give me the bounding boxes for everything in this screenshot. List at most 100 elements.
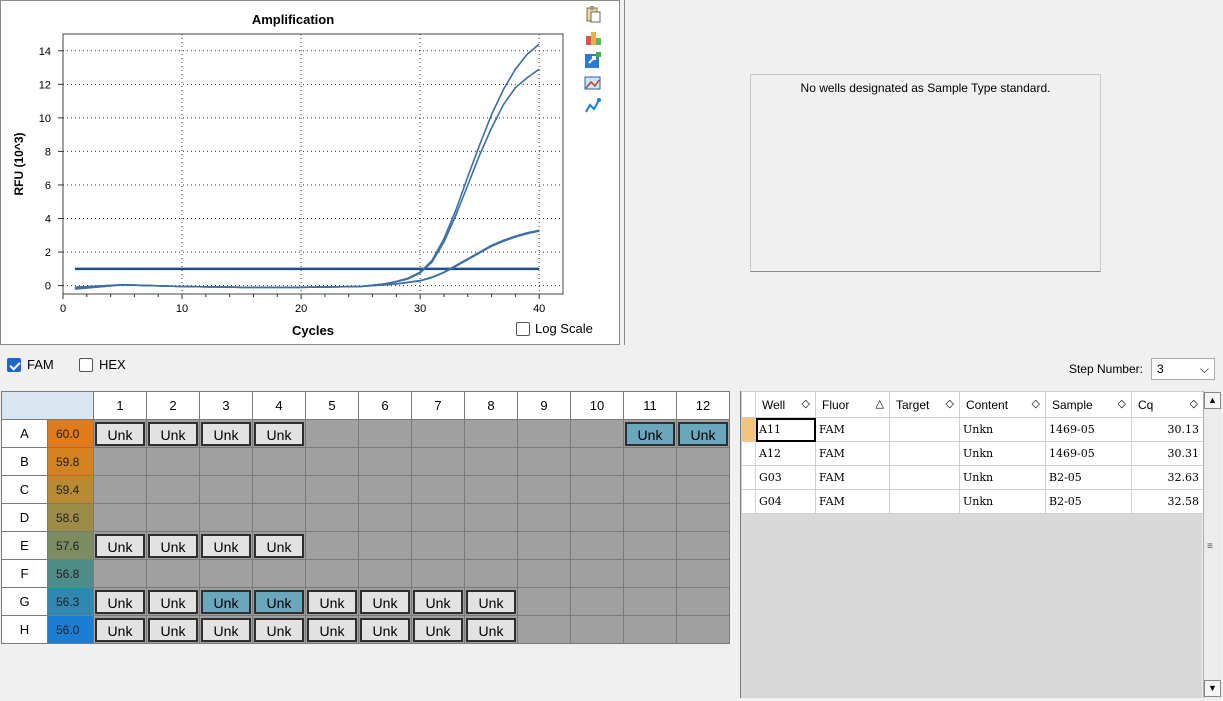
plate-well[interactable]: Unk [252, 587, 306, 616]
plate-corner[interactable] [1, 391, 94, 420]
plate-well[interactable]: Unk [252, 419, 306, 448]
plate-well[interactable]: Unk [464, 587, 518, 616]
row-selector[interactable] [741, 417, 756, 442]
results-cell-fluor[interactable]: FAM [815, 417, 890, 442]
plate-well[interactable] [570, 447, 624, 476]
plate-well[interactable]: Unk [411, 615, 465, 644]
plate-well-label[interactable]: Unk [466, 617, 516, 642]
plate-well[interactable] [305, 531, 359, 560]
plate-well[interactable] [358, 475, 412, 504]
plate-well[interactable] [570, 475, 624, 504]
plate-well[interactable] [252, 559, 306, 588]
plate-well[interactable] [517, 419, 571, 448]
plate-well[interactable] [305, 447, 359, 476]
plate-well[interactable] [570, 531, 624, 560]
scroll-grip-icon[interactable]: ≡ [1207, 541, 1213, 552]
plate-well[interactable] [411, 559, 465, 588]
results-cell-sample[interactable]: 1469-05 [1045, 441, 1132, 466]
plate-well[interactable] [570, 615, 624, 644]
scroll-up-button[interactable]: ▲ [1204, 392, 1221, 409]
results-cell-well[interactable]: A12 [755, 441, 816, 466]
plate-well-label[interactable]: Unk [360, 589, 410, 614]
plate-well[interactable] [305, 559, 359, 588]
plate-row-header[interactable]: E [1, 531, 48, 560]
results-cell-well[interactable]: G03 [755, 465, 816, 490]
plate-column-header[interactable]: 4 [252, 391, 306, 420]
plate-well[interactable] [517, 531, 571, 560]
row-selector-header[interactable] [741, 391, 756, 418]
results-cell-sample[interactable]: 1469-05 [1045, 417, 1132, 442]
plate-well[interactable] [570, 587, 624, 616]
plate-well-label[interactable]: Unk [254, 533, 304, 558]
plate-well[interactable]: Unk [93, 587, 147, 616]
plate-well[interactable]: Unk [305, 587, 359, 616]
results-row[interactable]: G04 FAM Unkn B2-05 32.58 [741, 489, 1204, 514]
plate-well[interactable] [570, 559, 624, 588]
plate-well-label[interactable]: Unk [413, 589, 463, 614]
plate-well-label[interactable]: Unk [307, 617, 357, 642]
plate-well-label[interactable]: Unk [307, 589, 357, 614]
plate-column-header[interactable]: 5 [305, 391, 359, 420]
results-cell-fluor[interactable]: FAM [815, 441, 890, 466]
plate-column-header[interactable]: 12 [676, 391, 730, 420]
plate-well-label[interactable]: Unk [95, 533, 145, 558]
results-scrollbar[interactable]: ▲ ≡ ▼ [1203, 391, 1222, 698]
plate-well[interactable] [146, 475, 200, 504]
hex-checkbox[interactable] [79, 357, 93, 372]
plate-well[interactable]: Unk [411, 587, 465, 616]
plate-row-header[interactable]: B [1, 447, 48, 476]
plate-well[interactable] [358, 419, 412, 448]
plate-row-header[interactable]: F [1, 559, 48, 588]
results-cell-sample[interactable]: B2-05 [1045, 489, 1132, 514]
results-cell-target[interactable] [889, 417, 960, 442]
plate-well[interactable] [93, 559, 147, 588]
plate-well[interactable] [199, 503, 253, 532]
results-cell-cq[interactable]: 32.58 [1131, 489, 1204, 514]
chart-line-icon[interactable] [584, 97, 602, 115]
plate-well[interactable]: Unk [252, 615, 306, 644]
plate-row-header[interactable]: C [1, 475, 48, 504]
plate-well-label[interactable]: Unk [413, 617, 463, 642]
plate-well[interactable] [358, 531, 412, 560]
fam-toggle[interactable]: FAM [7, 357, 54, 372]
row-selector[interactable] [741, 489, 756, 514]
plate-well[interactable] [623, 615, 677, 644]
results-column-header[interactable]: Content ◇ [959, 391, 1046, 418]
plate-well-label[interactable]: Unk [466, 589, 516, 614]
plate-well[interactable] [676, 447, 730, 476]
plate-column-header[interactable]: 11 [623, 391, 677, 420]
image-icon[interactable] [584, 74, 602, 92]
fam-checkbox[interactable] [7, 357, 21, 372]
plate-well-selected-label[interactable]: Unk [625, 421, 675, 446]
plate-well[interactable] [464, 503, 518, 532]
plate-well-label[interactable]: Unk [254, 421, 304, 446]
plate-well-label[interactable]: Unk [95, 617, 145, 642]
plate-well[interactable] [517, 559, 571, 588]
plate-well[interactable] [146, 503, 200, 532]
results-cell-well[interactable]: A11 [755, 417, 816, 442]
plate-well[interactable] [517, 587, 571, 616]
plate-well[interactable] [358, 503, 412, 532]
plate-row-header[interactable]: A [1, 419, 48, 448]
plate-well[interactable] [517, 447, 571, 476]
plate-well[interactable] [464, 559, 518, 588]
plate-well[interactable] [464, 475, 518, 504]
results-cell-fluor[interactable]: FAM [815, 465, 890, 490]
plate-column-header[interactable]: 6 [358, 391, 412, 420]
plate-well[interactable] [305, 475, 359, 504]
plate-well-label[interactable]: Unk [95, 421, 145, 446]
results-cell-cq[interactable]: 30.13 [1131, 417, 1204, 442]
plate-well[interactable]: Unk [199, 531, 253, 560]
plate-well-selected-label[interactable]: Unk [201, 589, 251, 614]
plate-well-label[interactable]: Unk [148, 533, 198, 558]
plate-well[interactable] [676, 559, 730, 588]
results-column-header[interactable]: Target ◇ [889, 391, 960, 418]
plate-well[interactable] [199, 447, 253, 476]
sort-icon[interactable]: ◇ [802, 397, 810, 410]
plate-well[interactable]: Unk [305, 615, 359, 644]
plate-well[interactable]: Unk [146, 615, 200, 644]
plate-well[interactable] [517, 503, 571, 532]
plate-well-label[interactable]: Unk [201, 533, 251, 558]
step-number-select[interactable]: 3 ⌵ [1151, 358, 1215, 380]
plate-column-header[interactable]: 1 [93, 391, 147, 420]
